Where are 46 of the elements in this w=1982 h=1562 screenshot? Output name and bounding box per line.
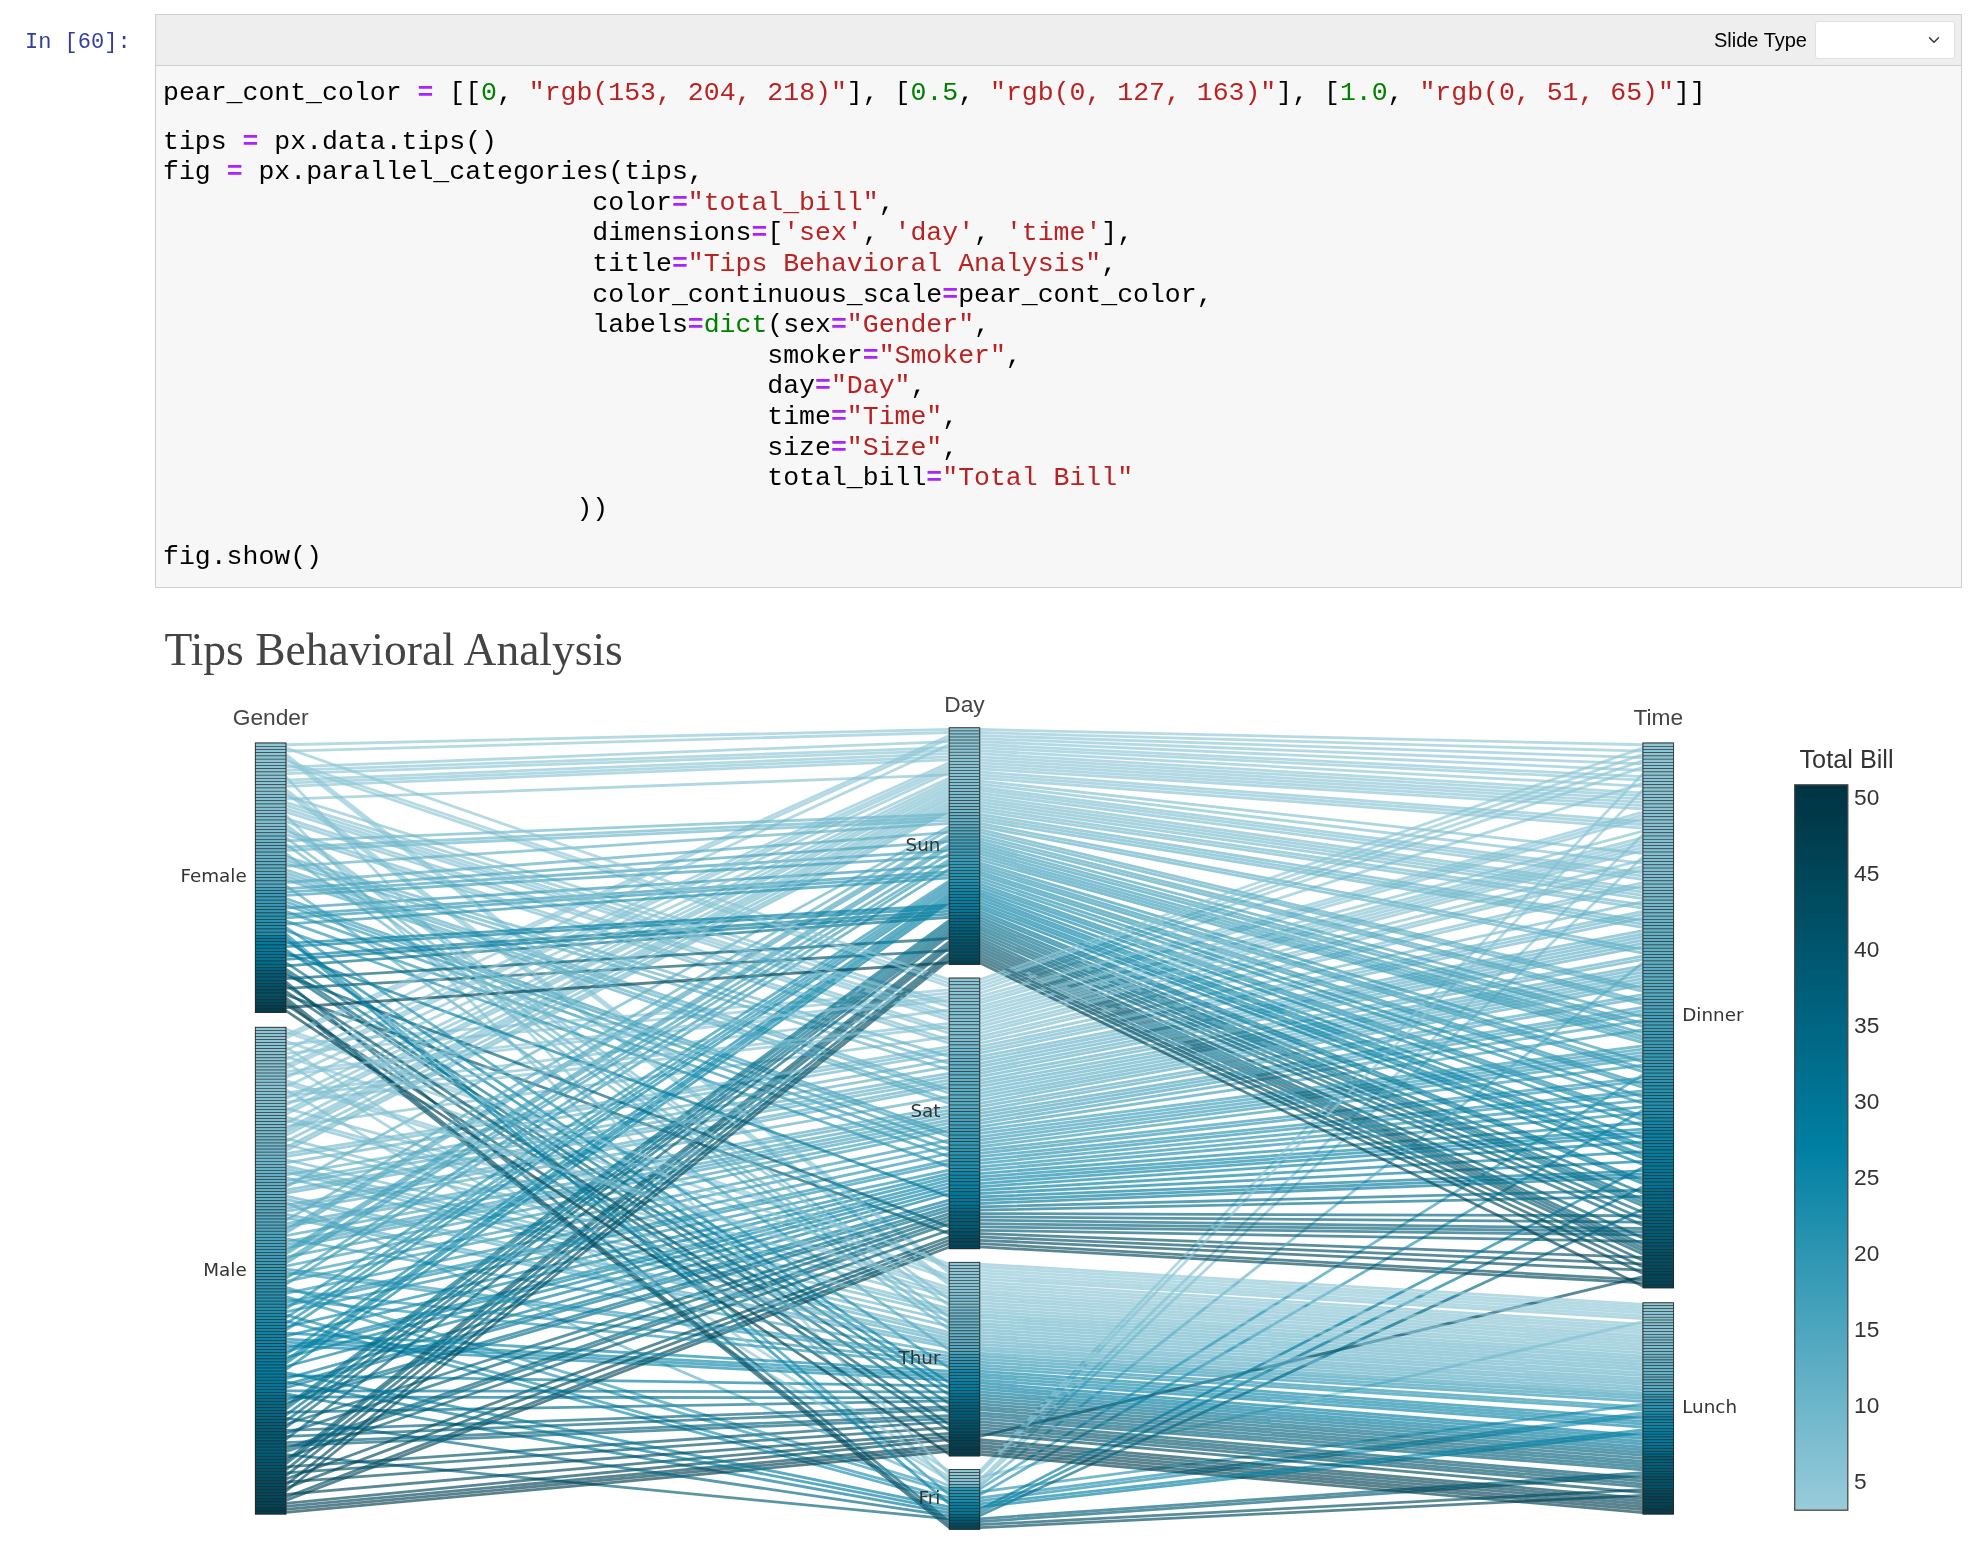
colorbar-tick-label: 5 <box>1854 1467 1867 1494</box>
colorbar-title: Total Bill <box>1799 745 1894 774</box>
category-bar[interactable] <box>948 1261 981 1457</box>
colorbar-tick-label: 10 <box>1854 1391 1880 1418</box>
colorbar-tick-label: 20 <box>1854 1239 1880 1266</box>
code-line: size="Size", <box>766 432 960 464</box>
category-bar[interactable] <box>948 977 981 1250</box>
colorbar-tick-label: 30 <box>1854 1087 1880 1114</box>
code-line: title="Tips Behavioral Analysis", <box>591 248 1119 280</box>
category-bar[interactable] <box>1642 742 1675 1289</box>
colorbar-tick-label: 40 <box>1854 935 1880 962</box>
code-line: smoker="Smoker", <box>766 340 1023 372</box>
cell-prompt: In [60]: <box>24 29 132 57</box>
colorbar-tick-label: 50 <box>1854 783 1880 810</box>
category-bar[interactable] <box>254 742 287 1013</box>
slide-type-label: Slide Type <box>1713 28 1807 53</box>
code-line: time="Time", <box>766 401 960 433</box>
code-line: fig.show() <box>163 542 324 573</box>
colorbar-tick-label: 15 <box>1854 1315 1880 1342</box>
code-line: color="total_bill", <box>591 187 896 219</box>
category-bar[interactable] <box>948 1469 981 1530</box>
category-label: Male <box>203 1259 247 1281</box>
category-label: Female <box>180 865 247 887</box>
code-line: color_continuous_scale=pear_cont_color, <box>591 279 1214 311</box>
category-label: Sat <box>910 1100 941 1122</box>
colorbar-tick-label: 45 <box>1854 859 1880 886</box>
category-bar[interactable] <box>254 1026 287 1515</box>
code-line: labels=dict(sex="Gender", <box>591 310 991 341</box>
category-label: Lunch <box>1682 1395 1738 1417</box>
axis-label: Time <box>1633 704 1684 731</box>
chart-title: Tips Behavioral Analysis <box>164 623 623 675</box>
category-label: Thur <box>898 1346 941 1368</box>
axis-label: Gender <box>232 704 309 731</box>
colorbar-tick-label: 25 <box>1854 1163 1880 1190</box>
code-line: tips = px.data.tips() <box>163 126 498 158</box>
code-line: )) <box>575 493 610 525</box>
colorbar-tick-label: 35 <box>1854 1011 1880 1038</box>
axis-label: Day <box>944 690 985 717</box>
code-line: fig = px.parallel_categories(tips, <box>163 157 705 188</box>
category-bar[interactable] <box>1642 1302 1675 1515</box>
code-line: dimensions=['sex', 'day', 'time'], <box>591 218 1135 249</box>
code-line: day="Day", <box>766 371 928 402</box>
code-line: total_bill="Total Bill" <box>766 463 1135 494</box>
category-label: Dinner <box>1682 1004 1744 1026</box>
code-line: pear_cont_color = [[0, "rgb(153, 204, 218)"], [0.5, "rgb(0, 127, 163)"], [1.0, "rgb(0, 51, 65)"]] <box>163 78 1707 109</box>
category-bar[interactable] <box>948 727 981 965</box>
